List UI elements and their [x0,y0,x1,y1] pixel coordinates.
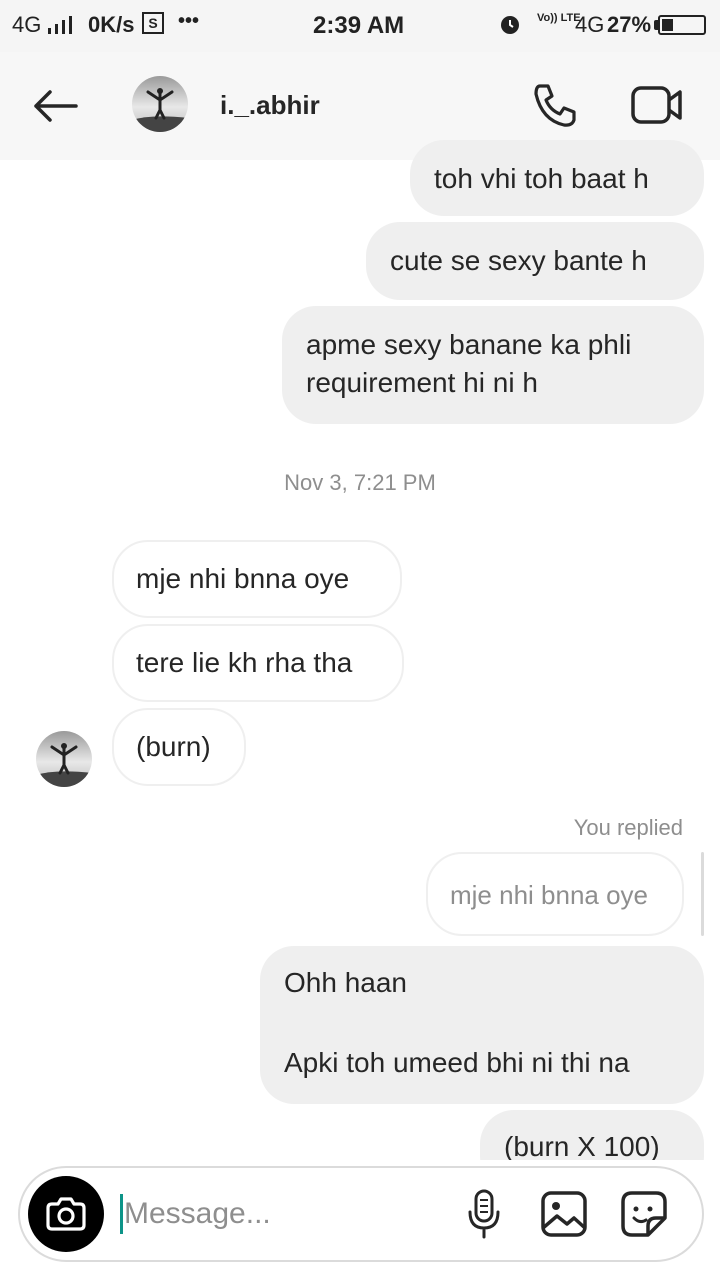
message-text: tere lie kh rha tha [136,647,353,678]
message-bubble-received[interactable]: (burn) [112,708,246,786]
phone-icon[interactable] [530,82,580,128]
text-cursor [120,1194,123,1234]
quoted-message[interactable]: mje nhi bnna oye [426,852,684,936]
sender-avatar[interactable] [36,731,92,787]
message-input[interactable] [124,1192,424,1236]
message-bubble-sent[interactable]: apme sexy banane ka phli requirement hi … [282,306,704,424]
avatar[interactable] [132,76,188,132]
message-text-line: Ohh haan [284,967,407,998]
s-icon: S [142,12,164,34]
camera-icon [46,1197,86,1231]
message-text-line: Apki toh umeed bhi ni thi na [284,1047,630,1078]
message-text: mje nhi bnna oye [136,563,350,594]
message-text: apme sexy banane ka phli requirement hi … [306,329,632,398]
reply-indicator-bar [701,852,704,936]
message-text: (burn) [136,731,211,762]
signal-icon [48,16,72,34]
back-arrow-icon[interactable] [30,86,80,126]
message-timestamp: Nov 3, 7:21 PM [284,470,436,495]
message-text: cute se sexy bante h [390,245,647,276]
sticker-icon[interactable] [620,1190,668,1238]
message-text: toh vhi toh baat h [434,163,649,194]
message-bubble-sent[interactable]: Ohh haan Apki toh umeed bhi ni thi na [260,946,704,1104]
network-type: 4G [12,12,42,37]
alarm-icon [501,16,519,34]
chat-username[interactable]: i._.abhir [220,90,320,121]
network-type-2: 4G [575,12,605,37]
message-bubble-received[interactable]: tere lie kh rha tha [112,624,404,702]
network-speed: 0K/s [88,12,135,37]
battery-icon [658,15,706,35]
camera-button[interactable] [28,1176,104,1252]
message-bubble-sent[interactable]: toh vhi toh baat h [410,140,704,216]
quoted-text: mje nhi bnna oye [450,880,649,910]
message-bubble-received[interactable]: mje nhi bnna oye [112,540,402,618]
clock: 2:39 AM [313,12,405,39]
status-bar: 4G 0K/s S ••• 2:39 AM Vo)) LTE 4G 27% [0,0,720,52]
reply-label: You replied [573,815,683,840]
video-camera-icon[interactable] [630,84,684,126]
message-bubble-sent[interactable]: cute se sexy bante h [366,222,704,300]
battery-percent: 27% [607,12,652,37]
microphone-icon[interactable] [464,1188,504,1240]
more-notifications-icon: ••• [178,10,200,32]
gallery-icon[interactable] [540,1190,588,1238]
message-text: (burn X 100) [504,1131,660,1162]
